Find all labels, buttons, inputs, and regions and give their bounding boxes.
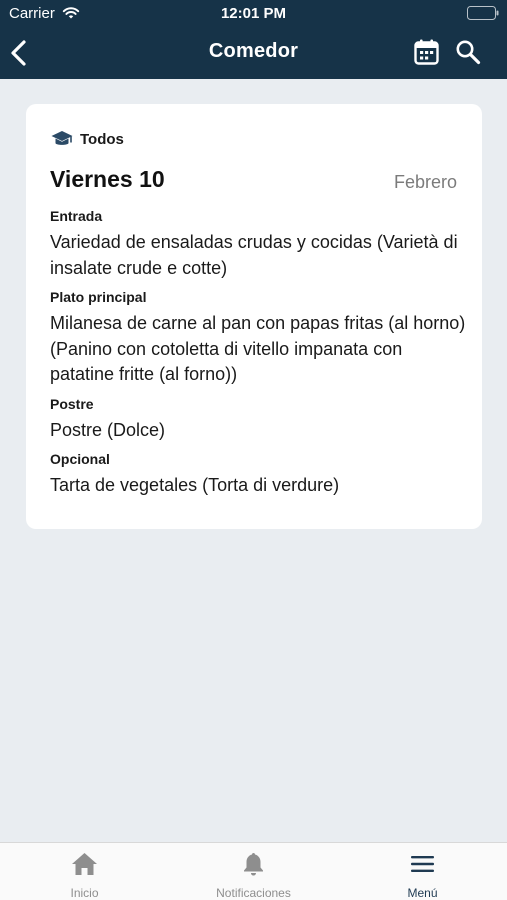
graduation-cap-icon: [51, 131, 73, 145]
course-item: Postre Postre (Dolce): [50, 396, 470, 444]
tab-label: Menú: [407, 886, 438, 900]
battery-icon: [467, 6, 499, 20]
audience-label: Todos: [80, 130, 124, 148]
search-icon[interactable]: [455, 39, 481, 65]
course-item: Entrada Variedad de ensaladas crudas y c…: [50, 208, 470, 281]
hamburger-menu-icon: [411, 856, 434, 872]
navigation-bar: Comedor: [0, 28, 507, 79]
course-label: Entrada: [50, 208, 103, 224]
course-label: Postre: [50, 395, 94, 412]
bell-icon: [244, 853, 263, 876]
course-list: Entrada Variedad de ensaladas crudas y c…: [50, 208, 470, 507]
home-icon: [72, 853, 97, 875]
course-label: Plato principal: [50, 289, 147, 305]
tab-label: Inicio: [70, 886, 99, 900]
tab-label: Notificaciones: [216, 886, 291, 900]
tab-bar: Inicio Notificaciones Menú: [0, 842, 507, 900]
course-text: Tarta de vegetales (Torta di verdure): [50, 475, 340, 495]
audience-tag: Todos: [51, 130, 124, 148]
status-bar: Carrier 12:01 PM: [0, 0, 507, 28]
course-text: Variedad de ensaladas crudas y cocidas (…: [50, 232, 458, 278]
day-title: Viernes 10: [50, 166, 165, 192]
course-item: Opcional Tarta de vegetales (Torta di ve…: [50, 451, 470, 499]
status-time: 12:01 PM: [220, 5, 287, 22]
menu-card: Todos Viernes 10 Febrero Entrada Varieda…: [26, 104, 482, 529]
course-text: Postre (Dolce): [50, 419, 166, 440]
course-item: Plato principal Milanesa de carne al pan…: [50, 289, 470, 388]
calendar-icon[interactable]: [414, 39, 439, 65]
tab-inicio[interactable]: Inicio: [0, 843, 169, 900]
month-label: Febrero: [393, 172, 457, 192]
course-label: Opcional: [50, 451, 110, 467]
tab-notificaciones[interactable]: Notificaciones: [169, 843, 338, 900]
tab-menu[interactable]: Menú: [338, 843, 507, 900]
course-text: Milanesa de carne al pan con papas frita…: [50, 313, 466, 384]
